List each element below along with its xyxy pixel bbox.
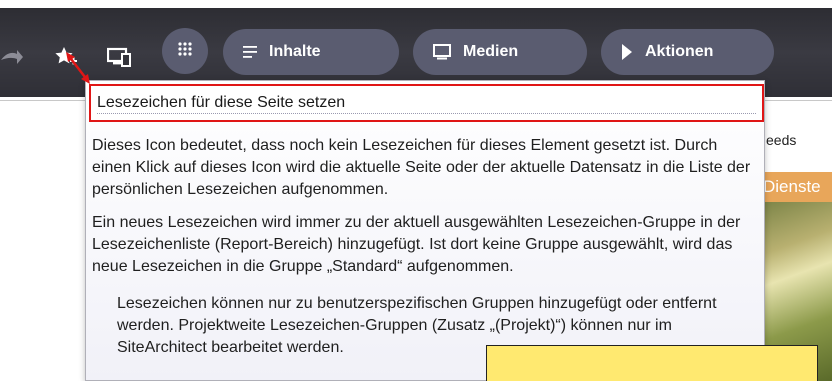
play-triangle-icon (621, 44, 633, 60)
tooltip-title: Lesezeichen für diese Seite setzen (97, 94, 346, 111)
aktionen-button[interactable]: Aktionen (601, 29, 774, 75)
share-arrow-icon[interactable] (0, 45, 24, 69)
tooltip-paragraph-2: Ein neues Lesezeichen wird immer zu der … (92, 214, 741, 275)
inhalte-button[interactable]: Inhalte (223, 29, 399, 75)
apps-grid-button[interactable] (162, 28, 208, 74)
dienste-tab[interactable]: Dienste (760, 172, 832, 202)
tooltip-title-highlight: Lesezeichen für diese Seite setzen (89, 84, 764, 122)
tooltip-paragraph-1: Dieses Icon bedeutet, dass noch kein Les… (92, 137, 751, 198)
top-band (0, 0, 832, 8)
inhalte-label: Inhalte (269, 43, 321, 60)
medien-label: Medien (463, 43, 519, 60)
list-lines-icon (243, 46, 257, 58)
dotted-separator (97, 113, 756, 114)
devices-icon[interactable] (106, 45, 132, 69)
aktionen-label: Aktionen (645, 43, 714, 60)
monitor-icon (433, 44, 451, 60)
medien-button[interactable]: Medien (413, 29, 587, 75)
red-arrow-icon (64, 52, 94, 93)
annotation-box (486, 345, 818, 381)
apps-grid-icon (177, 41, 193, 62)
feeds-text-fragment: eeds (766, 132, 797, 148)
